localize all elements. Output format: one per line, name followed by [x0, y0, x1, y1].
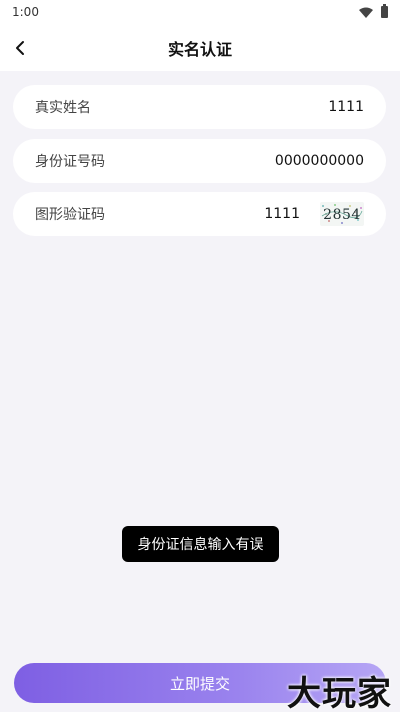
battery-icon — [381, 4, 388, 18]
name-input[interactable]: 1111 — [328, 99, 364, 115]
captcha-image[interactable]: 2854 — [320, 202, 364, 226]
error-toast: 身份证信息输入有误 — [122, 526, 279, 562]
wifi-icon — [359, 7, 373, 18]
toast-message: 身份证信息输入有误 — [137, 537, 264, 553]
id-number-field[interactable]: 身份证号码 0000000000 — [13, 139, 386, 183]
id-number-label: 身份证号码 — [35, 154, 105, 170]
captcha-label: 图形验证码 — [35, 207, 105, 223]
chevron-left-icon — [16, 40, 24, 55]
watermark-text: 大玩家 — [287, 674, 392, 712]
captcha-text: 2854 — [323, 207, 361, 223]
watermark-logo: 大玩家 — [287, 666, 392, 712]
header: 实名认证 — [0, 24, 400, 71]
captcha-noise: 2854 — [321, 204, 363, 224]
submit-label: 立即提交 — [169, 674, 230, 693]
status-bar: 1:00 — [0, 0, 400, 24]
captcha-input[interactable]: 1111 — [264, 206, 300, 222]
id-number-input[interactable]: 0000000000 — [275, 153, 364, 169]
status-icons — [359, 4, 388, 18]
page-title: 实名认证 — [167, 39, 232, 59]
name-field[interactable]: 真实姓名 1111 — [13, 85, 386, 129]
status-time: 1:00 — [12, 5, 39, 19]
name-label: 真实姓名 — [35, 100, 91, 116]
captcha-field[interactable]: 图形验证码 1111 2854 — [13, 192, 386, 236]
captcha-right: 1111 2854 — [264, 202, 364, 226]
back-button[interactable] — [8, 36, 32, 60]
